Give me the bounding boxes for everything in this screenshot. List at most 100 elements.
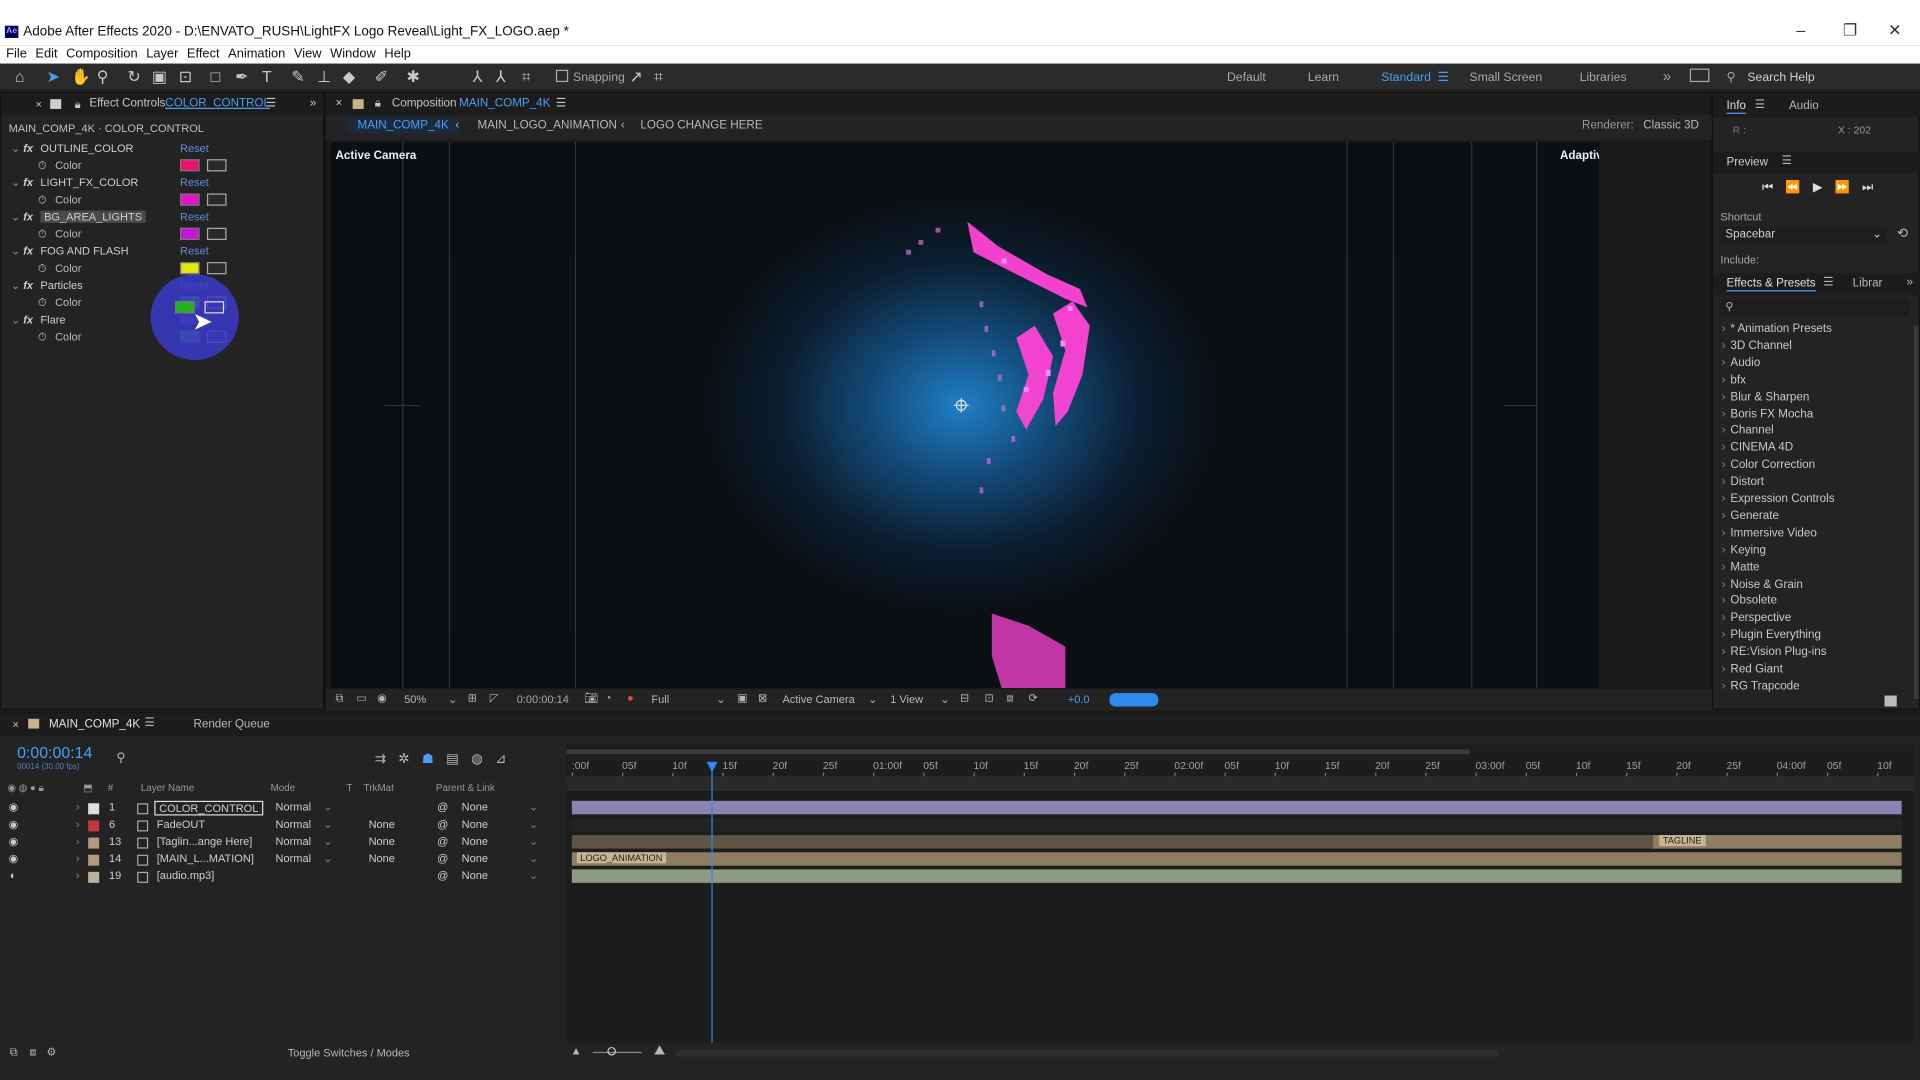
pickwhip-icon[interactable]: @	[437, 801, 448, 813]
view-axis-icon[interactable]: ⌗	[522, 67, 531, 87]
layer-parent[interactable]: None	[462, 801, 488, 813]
layer-parent[interactable]: None	[462, 818, 488, 830]
eyedropper-icon[interactable]	[206, 262, 227, 275]
show-snapshot-icon[interactable]: ◔	[605, 692, 612, 704]
play-icon[interactable]: ▶	[1813, 181, 1822, 194]
effects-category[interactable]: › Audio	[1722, 356, 1761, 369]
zoom-slider[interactable]	[592, 1051, 642, 1054]
first-frame-icon[interactable]: ⏮	[1762, 181, 1773, 194]
chevron-down-icon[interactable]: ⌄	[529, 818, 538, 831]
zoom-out-icon[interactable]: ▲	[571, 1044, 582, 1056]
workspace-learn[interactable]: Learn	[1308, 71, 1339, 84]
zoom-slider-handle[interactable]	[607, 1046, 616, 1056]
layer-parent[interactable]: None	[462, 835, 488, 847]
work-area-bar[interactable]	[566, 749, 1470, 755]
fx-icon[interactable]: fx	[23, 313, 33, 325]
menu-help[interactable]: Help	[384, 45, 410, 63]
menu-window[interactable]: Window	[330, 45, 376, 63]
effect-name[interactable]: Particles	[40, 279, 82, 291]
lock-icon[interactable]	[50, 99, 62, 109]
timeline-comp-tab[interactable]: MAIN_COMP_4K	[49, 718, 140, 731]
effects-category[interactable]: › Blur & Sharpen	[1722, 390, 1810, 403]
chevron-down-icon[interactable]: ⌄	[11, 176, 20, 189]
expand-arrow-icon[interactable]: ›	[76, 869, 80, 881]
table-row[interactable]: ◉ › 13 [Taglin...ange Here] Normal ⌄ Non…	[5, 835, 563, 851]
pickwhip-icon[interactable]: @	[437, 869, 448, 881]
layer-parent[interactable]: None	[462, 869, 488, 881]
maximize-icon[interactable]: ❐	[1843, 21, 1857, 41]
roto-brush-icon[interactable]: ✐	[375, 67, 388, 87]
camera-tool-icon[interactable]: ▣	[152, 67, 167, 87]
effects-category[interactable]: › Color Correction	[1722, 458, 1815, 471]
menu-animation[interactable]: Animation	[228, 45, 285, 63]
timeline-scrollbar[interactable]	[675, 1049, 1499, 1057]
channel-icon[interactable]: ●	[627, 692, 634, 704]
chevron-down-icon[interactable]: ⌄	[529, 801, 538, 814]
render-queue-tab[interactable]: Render Queue	[193, 718, 269, 731]
reset-exposure-icon[interactable]: ⟳	[1029, 692, 1038, 705]
clone-stamp-icon[interactable]: ⊥	[317, 67, 331, 87]
next-frame-icon[interactable]: ⏩	[1834, 181, 1849, 194]
reset-link[interactable]: Reset	[180, 211, 209, 223]
workspace-menu-icon[interactable]: ☰	[1438, 71, 1449, 84]
reset-link[interactable]: Reset	[180, 176, 209, 188]
table-row[interactable]: ◖ › 19 [audio.mp3] @ None ⌄	[5, 869, 563, 885]
menu-view[interactable]: View	[294, 45, 322, 63]
effects-category[interactable]: › RG Trapcode	[1722, 679, 1800, 692]
home-icon[interactable]: ⌂	[15, 67, 25, 85]
effects-category[interactable]: › bfx	[1722, 373, 1746, 386]
layer-name[interactable]: [MAIN_L...MATION]	[157, 852, 254, 864]
label-color[interactable]	[88, 820, 100, 832]
snap-icon[interactable]: ↗	[629, 67, 642, 87]
effects-category[interactable]: › RE:Vision Plug-ins	[1722, 645, 1827, 658]
mask-icon[interactable]: ◉	[377, 692, 387, 705]
expand-panels-icon[interactable]: »	[310, 93, 316, 115]
eye-icon[interactable]: ◉	[9, 818, 19, 831]
workspace-small-screen[interactable]: Small Screen	[1469, 71, 1542, 84]
brush-tool-icon[interactable]: ✎	[291, 67, 304, 87]
label-color[interactable]	[88, 803, 100, 815]
panel-menu-icon[interactable]: ☰	[1782, 154, 1792, 167]
lock-comp-icon[interactable]: 🔒︎	[375, 93, 381, 115]
expand-arrow-icon[interactable]: ›	[76, 801, 80, 813]
layer-mode[interactable]: Normal	[276, 801, 312, 813]
menu-effect[interactable]: Effect	[187, 45, 220, 63]
loop-icon[interactable]: ⟲	[1897, 225, 1908, 242]
stopwatch-icon[interactable]: ⏱	[38, 296, 47, 309]
resolution-select[interactable]: Full	[651, 693, 669, 705]
effect-row[interactable]: ⌄ fx Particles Reset	[9, 279, 303, 295]
fast-previews-icon[interactable]: ⊡	[984, 692, 993, 705]
layer-mode[interactable]: Normal	[276, 818, 312, 830]
panel-menu-icon[interactable]: ☰	[144, 716, 154, 729]
composition-flowchart-icon[interactable]: ⇉	[375, 751, 386, 767]
layer-trkmat[interactable]: None	[369, 818, 395, 830]
effect-controls-tab[interactable]: × 🔒︎ Effect Controls COLOR_CONTROL ☰ »	[1, 93, 324, 116]
menu-layer[interactable]: Layer	[146, 45, 178, 63]
new-folder-icon[interactable]	[1884, 695, 1897, 707]
tab-preview[interactable]: Preview	[1727, 156, 1768, 169]
stopwatch-icon[interactable]: ⏱	[38, 193, 47, 206]
effect-row[interactable]: ⌄ fx LIGHT_FX_COLOR Reset	[9, 176, 303, 192]
pickwhip-icon[interactable]: @	[437, 818, 448, 830]
composition-tab[interactable]: × 🔒︎ Composition MAIN_COMP_4K ☰	[325, 93, 1711, 116]
draft-3d-icon[interactable]: ✲	[398, 751, 409, 767]
effect-row[interactable]: ⌄ fx OUTLINE_COLOR Reset	[9, 142, 303, 158]
effects-category[interactable]: › Keying	[1722, 543, 1766, 556]
zoom-select[interactable]: 50%	[404, 693, 426, 705]
transparency-grid-icon[interactable]: ⊠	[758, 692, 767, 705]
toggle-pixel-icon[interactable]: ⊟	[960, 692, 969, 705]
exposure-value[interactable]: +0.0	[1068, 693, 1090, 705]
menu-edit[interactable]: Edit	[35, 45, 57, 63]
close-tab-icon[interactable]: ×	[36, 93, 42, 115]
effect-name[interactable]: Flare	[40, 313, 65, 325]
reset-link[interactable]: Reset	[180, 245, 209, 257]
chevron-down-icon[interactable]: ⌄	[11, 211, 20, 224]
zoom-in-icon[interactable]: ⛰	[654, 1043, 665, 1059]
comp-menu-icon[interactable]: ☰	[556, 93, 566, 115]
effects-category[interactable]: › Expression Controls	[1722, 492, 1835, 505]
reset-link[interactable]: Reset	[180, 142, 209, 154]
layer-bar-color-control[interactable]	[571, 800, 1902, 815]
stopwatch-icon[interactable]: ⏱	[38, 331, 47, 344]
fit-icon[interactable]: ⊞	[468, 692, 477, 705]
expand-arrow-icon[interactable]: ›	[76, 835, 80, 847]
